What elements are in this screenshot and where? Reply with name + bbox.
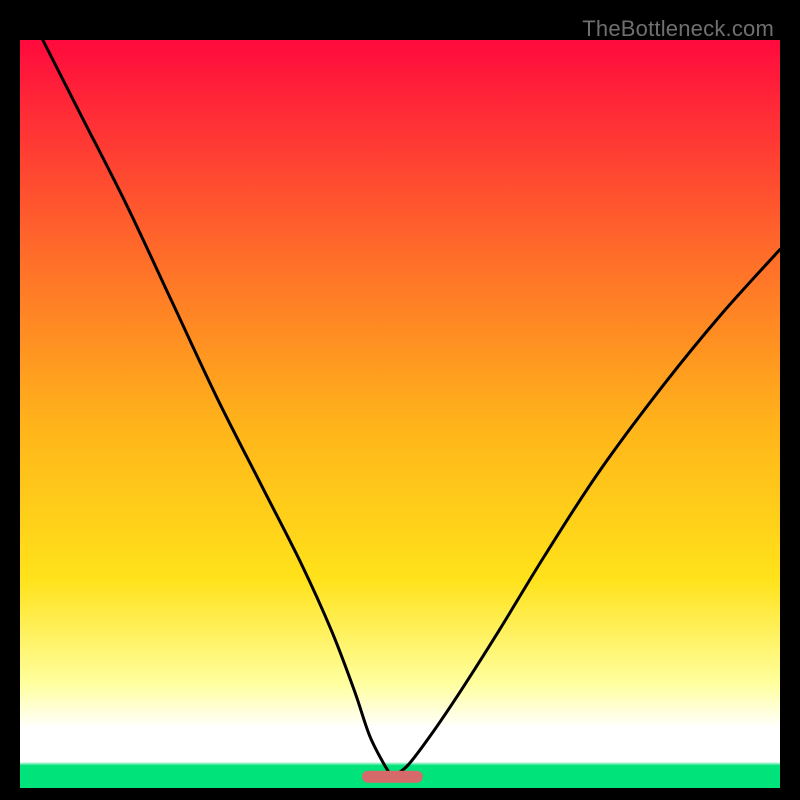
chart-frame: TheBottleneck.com: [10, 10, 790, 790]
optimum-marker: [362, 771, 423, 783]
attribution-watermark: TheBottleneck.com: [582, 16, 774, 42]
bottleneck-chart: [20, 40, 780, 788]
gradient-background: [20, 40, 780, 788]
plot-area: [20, 40, 780, 788]
